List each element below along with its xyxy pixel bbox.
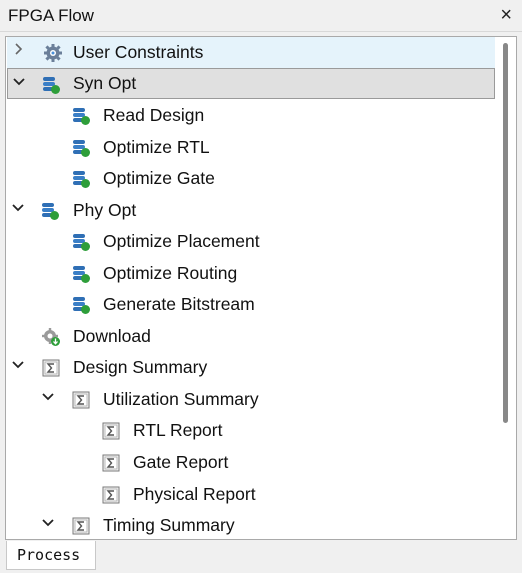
tab-process[interactable]: Process (6, 541, 96, 570)
database-icon (71, 232, 91, 252)
tree-item-download[interactable]: Download (7, 321, 495, 352)
tree-item-label: Timing Summary (103, 515, 235, 535)
chevron-down-icon[interactable] (10, 357, 26, 377)
database-icon (71, 295, 91, 315)
tree-item-label: Read Design (103, 105, 205, 125)
download-gear-icon (41, 327, 61, 347)
chevron-down-icon[interactable] (11, 74, 27, 94)
database-icon (71, 138, 91, 158)
tree-item-syn-opt[interactable]: Syn Opt (7, 68, 495, 99)
fpga-flow-panel: FPGA Flow × User Constraints Syn Opt Rea… (0, 0, 522, 573)
tree-item-optimize-routing[interactable]: Optimize Routing (7, 258, 495, 289)
panel-title: FPGA Flow (8, 6, 94, 25)
tree-item-label: Gate Report (133, 452, 229, 472)
tree-item-label: Design Summary (73, 357, 208, 377)
tree-item-optimize-gate[interactable]: Optimize Gate (7, 163, 495, 194)
report-icon (101, 421, 121, 441)
scrollbar-thumb[interactable] (503, 43, 508, 423)
database-icon (71, 169, 91, 189)
gear-icon (43, 43, 63, 63)
tree-item-label: Optimize RTL (103, 137, 210, 157)
database-icon (40, 201, 60, 221)
tree-item-timing-summary[interactable]: Timing Summary (7, 510, 495, 539)
tree-item-label: RTL Report (133, 420, 223, 440)
report-icon (41, 358, 61, 378)
database-icon (71, 106, 91, 126)
tree-item-label: Physical Report (133, 484, 256, 504)
tree-item-label: Download (73, 326, 151, 346)
tree-item-label: Optimize Gate (103, 168, 215, 188)
report-icon (101, 453, 121, 473)
chevron-down-icon[interactable] (10, 200, 26, 220)
tree-item-label: Optimize Routing (103, 263, 238, 283)
tree-item-label: Phy Opt (73, 200, 137, 220)
chevron-down-icon[interactable] (40, 389, 56, 409)
tree-item-rtl-report[interactable]: RTL Report (7, 415, 495, 446)
process-tree: User Constraints Syn Opt Read Design Opt… (5, 36, 517, 540)
tree-item-generate-bitstream[interactable]: Generate Bitstream (7, 289, 495, 320)
tree-item-read-design[interactable]: Read Design (7, 100, 495, 131)
tree-item-phy-opt[interactable]: Phy Opt (7, 195, 495, 226)
tree-item-design-summary[interactable]: Design Summary (7, 352, 495, 383)
report-icon (101, 485, 121, 505)
database-icon (41, 75, 61, 95)
tree-item-utilization-summary[interactable]: Utilization Summary (7, 384, 495, 415)
tree-item-label: User Constraints (73, 42, 204, 62)
bottom-tab-bar: Process (0, 541, 522, 573)
tree-item-label: Utilization Summary (103, 389, 259, 409)
chevron-right-icon[interactable] (11, 42, 27, 62)
vertical-scrollbar[interactable] (496, 37, 516, 539)
tree-item-user-constraints[interactable]: User Constraints (7, 37, 495, 68)
tree-item-label: Syn Opt (73, 73, 137, 93)
database-icon (71, 264, 91, 284)
tree-item-label: Optimize Placement (103, 231, 260, 251)
chevron-down-icon[interactable] (40, 515, 56, 535)
tree-item-optimize-placement[interactable]: Optimize Placement (7, 226, 495, 257)
tree-item-physical-report[interactable]: Physical Report (7, 479, 495, 510)
tree-item-optimize-rtl[interactable]: Optimize RTL (7, 132, 495, 163)
panel-title-bar: FPGA Flow × (0, 0, 522, 32)
close-icon[interactable]: × (500, 3, 512, 27)
tree-item-label: Generate Bitstream (103, 294, 255, 314)
report-icon (71, 516, 91, 536)
report-icon (71, 390, 91, 410)
tree-item-gate-report[interactable]: Gate Report (7, 447, 495, 478)
